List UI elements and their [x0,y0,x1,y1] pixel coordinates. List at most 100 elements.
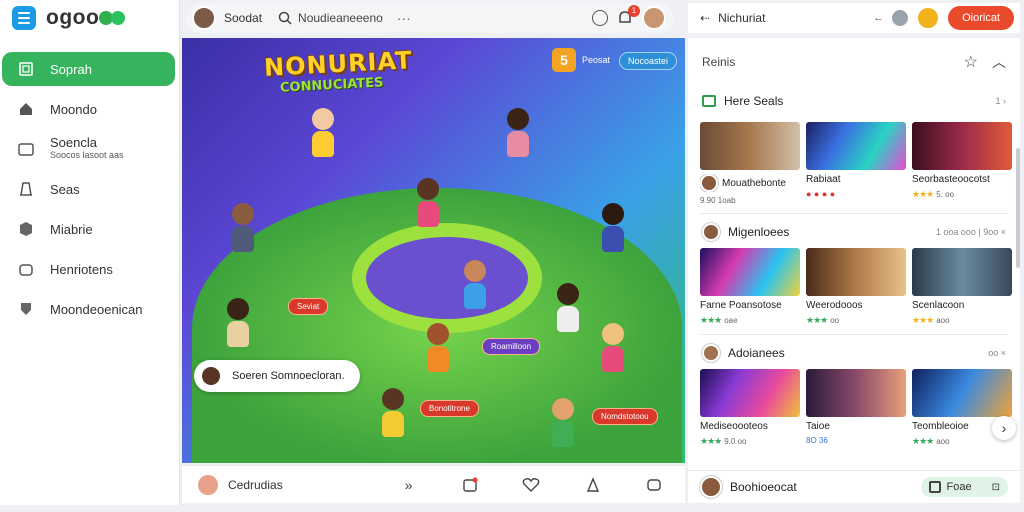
menu-icon[interactable] [12,6,36,30]
hero-top-chip-pre: Peosat [582,55,611,65]
character-figure [464,260,486,309]
card-meta: ★★★ 5. oo [912,189,955,199]
section-meta[interactable]: 1 › [995,96,1006,106]
media-card[interactable]: Seorbasteoocotst ★★★ 5. oo [912,122,1012,205]
home-icon [18,101,34,117]
card-meta: ★★★ aoo [912,315,950,325]
forward-icon[interactable]: » [400,476,418,494]
media-card[interactable]: Farne Poansotose ★★★ oae [700,248,800,326]
hero-tag[interactable]: Roamilloon [482,338,541,355]
scrollbar[interactable] [1016,148,1020,268]
bell-icon[interactable]: 1 [616,5,640,27]
sidebar-item-4[interactable]: Miabrie [2,212,175,246]
search-input[interactable]: Noudieaneeeno [278,11,383,25]
chevron-up-icon[interactable]: ︿ [992,52,1006,72]
next-arrow-button[interactable]: › [992,416,1016,440]
back-arrow-icon[interactable]: ⇠ [700,11,710,25]
settings-icon[interactable] [892,10,909,26]
pill-icon [928,481,941,493]
primary-action-button[interactable]: Oioricat [948,6,1014,30]
sidebar-item-label: Soencla [50,135,97,150]
sidebar-item-0[interactable]: Soprah [2,52,175,86]
character-figure [427,323,449,372]
top-bar: Soodat Noudieaneeeno ··· 1 [186,3,674,33]
comment-text: Soeren Somnoecloran. [232,370,345,382]
card-thumbnail [700,122,800,170]
divider [700,334,1008,335]
card-title: Rabiaat [806,174,841,185]
comment-card[interactable]: Soeren Somnoecloran. [194,360,360,392]
section-icon [702,95,716,107]
inbox-icon[interactable] [461,476,479,494]
sidebar-item-1[interactable]: Moondo [2,92,175,126]
chat-icon[interactable] [645,476,663,494]
box-icon [18,221,34,237]
card-meta: ★★★ oae [700,315,738,325]
sidebar-item-3[interactable]: Seas [2,172,175,206]
character-figure [552,398,574,447]
share-icon[interactable] [584,476,602,494]
arrow-icon[interactable]: ← [873,12,884,24]
heart-icon[interactable] [522,476,540,494]
sidebar-item-label: Seas [50,181,80,197]
card-row: Farne Poansotose ★★★ oae Weerodooos ★★★ oo… [688,248,1020,326]
section-meta[interactable]: 1 ooa ooo | 9oo × [936,227,1006,237]
channel-name: Cedrudias [228,477,283,492]
card-thumbnail [700,248,800,296]
hero-tag[interactable]: Bonotitrone [420,400,479,417]
sidebar-item-6[interactable]: Moondeoenican [2,292,175,326]
right-profile-avatar[interactable] [916,6,941,30]
document-icon [18,181,34,197]
hero-tag[interactable]: Nomdstotoou [592,408,658,425]
sidebar-item-sublabel: Soocos lasoot aas [50,150,124,160]
media-card[interactable]: Scenlacoon ★★★ aoo [912,248,1012,326]
right-top-title: Nichuriat [718,11,766,25]
hero-top-chip[interactable]: Nocoastei [618,52,677,70]
section-title: Migenloees [728,225,790,239]
bottom-avatar[interactable] [700,476,722,498]
bottom-pill-button[interactable]: Foae ⊡ [920,477,1008,497]
character-figure [312,108,334,157]
media-card[interactable]: Rabiaat ● ● ● ● [806,122,906,205]
section-title: Here Seals [724,94,784,108]
notification-badge: 1 [628,5,640,17]
media-card[interactable]: Weerodooos ★★★ oo [806,248,906,326]
sidebar: ogoo Soprah Moondo Soencla Soocos lasoot… [0,0,180,505]
hero-badge: 5 [552,48,576,72]
logo-row: ogoo [0,0,179,36]
user-avatar[interactable] [192,6,216,30]
sidebar-item-5[interactable]: Henriotens [2,252,175,286]
media-card[interactable]: Mediseoooteos ★★★ 9.0 oo [700,369,800,447]
clock-icon[interactable] [592,10,608,26]
hero-banner[interactable]: NONURIAT CONNUCIATES 5 Nocoastei Peosat … [182,38,685,463]
sidebar-item-label: Moondo [50,101,97,117]
brand-dots-icon [99,11,126,25]
right-bottom-bar: Boohioeocat Foae ⊡ [688,470,1020,503]
card-avatar [700,174,718,192]
card-thumbnail [912,122,1012,170]
action-icons: » [378,476,685,494]
user-name: Soodat [224,11,263,25]
more-icon[interactable]: ··· [397,10,411,26]
hero-ring-art [352,223,542,333]
right-panel-title: Reinis [702,55,736,69]
right-panel-header: Reinis ☆ ︿ [688,38,1020,86]
media-card[interactable]: Taioe 8O 36 [806,369,906,447]
card-title: Taioe [806,421,830,432]
star-icon[interactable]: ☆ [964,52,978,72]
section-meta[interactable]: oo × [988,348,1006,358]
profile-avatar[interactable] [642,6,666,30]
shield-icon [18,301,34,317]
channel-avatar[interactable] [196,472,220,497]
card-thumbnail [700,369,800,417]
card-thumbnail [912,369,1012,417]
character-figure [417,178,439,227]
card-title: Mouathebonte [700,174,800,192]
media-card[interactable]: Mouathebonte 9.90 1oab [700,122,800,205]
sidebar-item-label: Soprah [50,61,92,77]
sidebar-item-2[interactable]: Soencla Soocos lasoot aas [2,132,175,166]
sidebar-item-label: Miabrie [50,221,93,237]
brand-logo[interactable]: ogoo [46,6,126,30]
hero-tag[interactable]: Seviat [288,298,329,315]
card-title: Scenlacoon [912,300,965,311]
